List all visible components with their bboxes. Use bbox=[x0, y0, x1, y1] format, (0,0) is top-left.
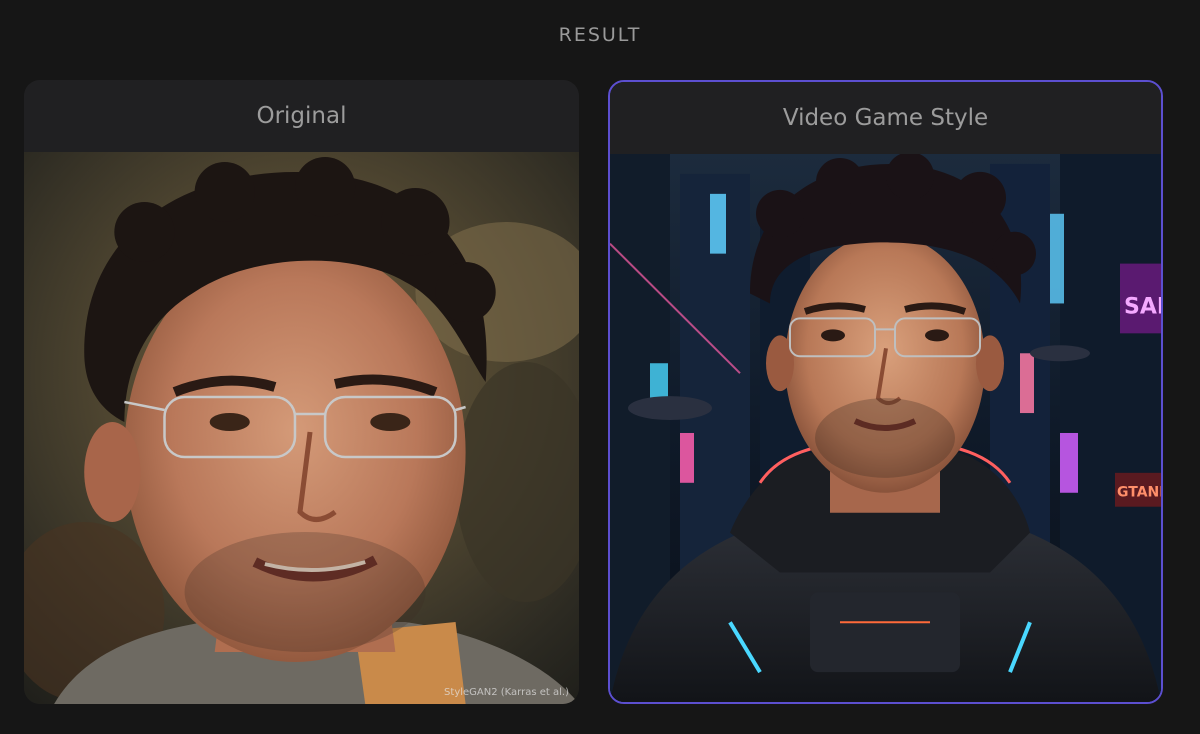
original-portrait-image bbox=[24, 152, 579, 704]
original-card-label: Original bbox=[24, 80, 579, 152]
sign-sare: SARE bbox=[1124, 294, 1161, 319]
sign-gtane: GTANE bbox=[1117, 485, 1161, 501]
result-title: RESULT bbox=[558, 24, 642, 46]
result-page: RESULT Original StyleGAN2 (Karras et al.… bbox=[0, 0, 1200, 734]
original-photo: StyleGAN2 (Karras et al.) bbox=[24, 152, 579, 704]
video-game-portrait-image: SARE GTANE bbox=[610, 154, 1161, 702]
original-card[interactable]: Original StyleGAN2 (Karras et al.) bbox=[24, 80, 579, 704]
styled-photo: SARE GTANE bbox=[610, 154, 1161, 702]
video-game-style-card-label: Video Game Style bbox=[610, 82, 1161, 154]
watermark-text: StyleGAN2 (Karras et al.) bbox=[444, 687, 569, 698]
video-game-style-card[interactable]: Video Game Style SA GTAN bbox=[608, 80, 1163, 704]
